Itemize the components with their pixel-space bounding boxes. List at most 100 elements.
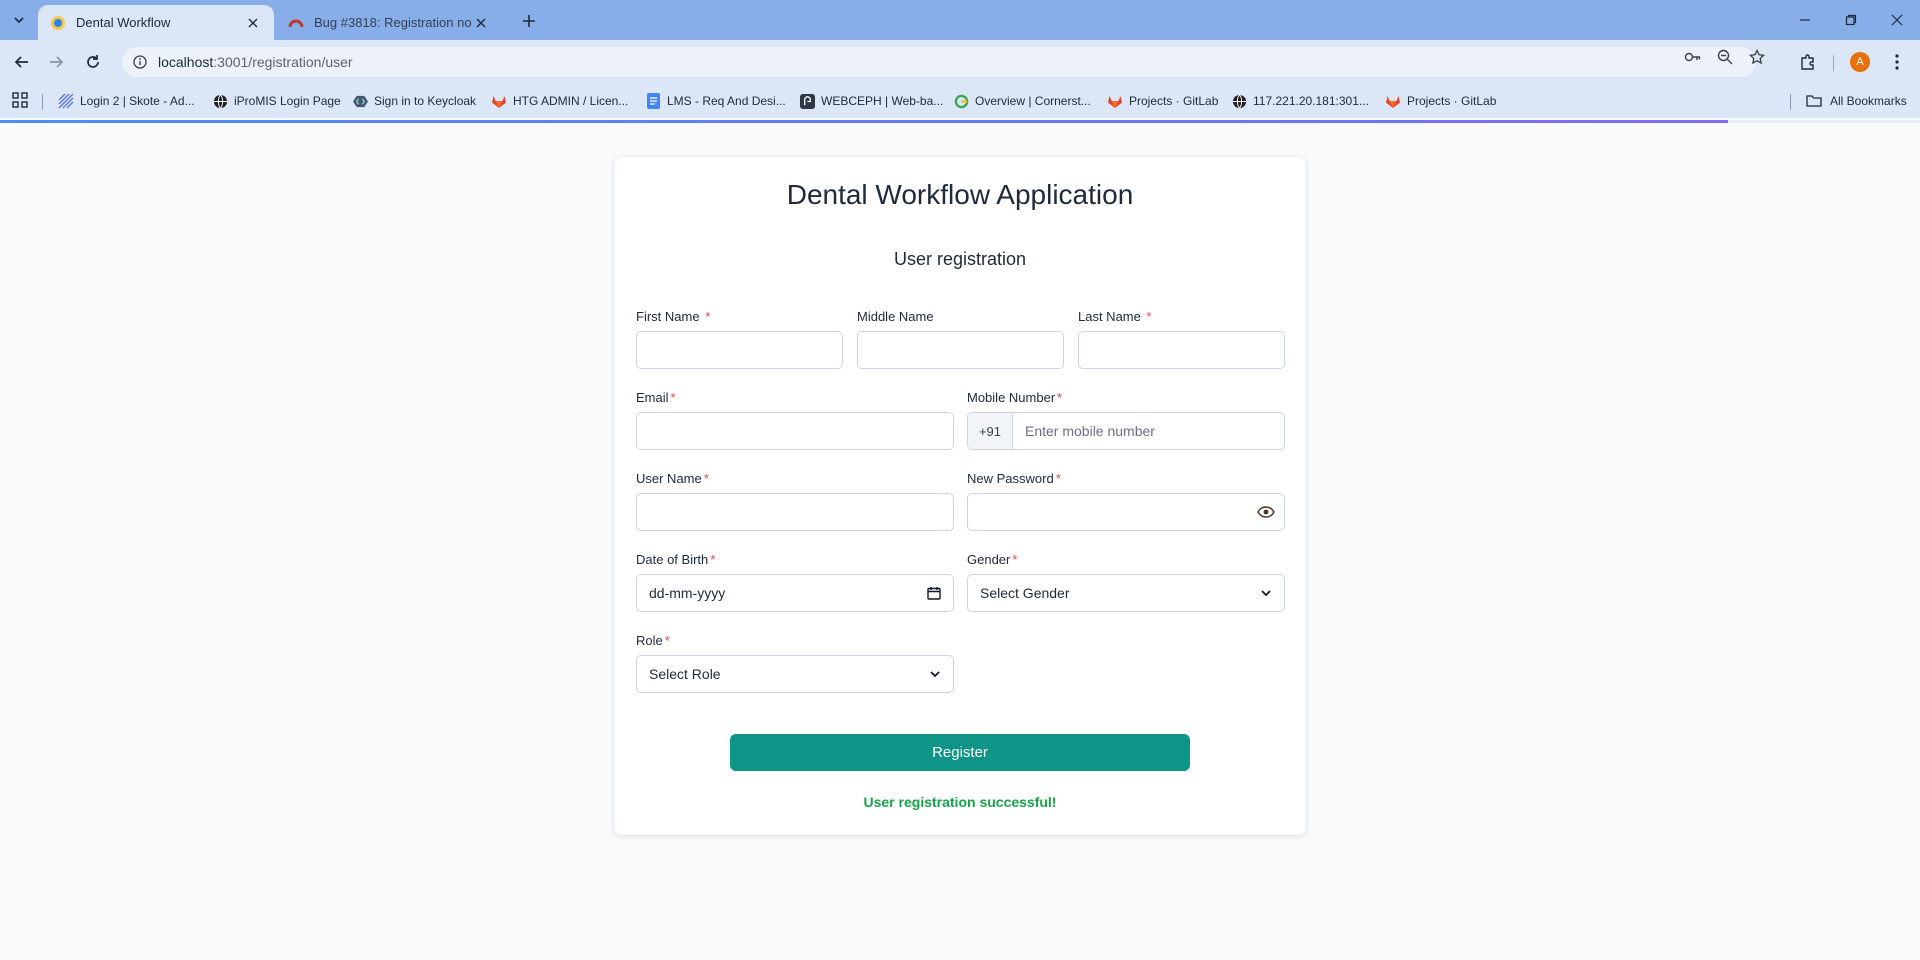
mobile-input[interactable]: Enter mobile number xyxy=(1013,413,1284,449)
apps-grid-icon[interactable] xyxy=(12,92,28,108)
required-marker: * xyxy=(705,309,711,324)
extensions-icon[interactable] xyxy=(1795,49,1821,75)
password-key-icon[interactable] xyxy=(1683,47,1703,67)
bookmark-label: Projects · GitLab xyxy=(1129,94,1219,108)
role-label: Role * xyxy=(636,633,954,649)
new-tab-button[interactable] xyxy=(518,10,540,32)
tab-search-button[interactable] xyxy=(6,8,32,32)
bookmarks-bar: Login 2 | Skote - Ad... iProMIS Login Pa… xyxy=(0,84,1920,118)
zoom-icon[interactable] xyxy=(1715,47,1735,67)
close-window-button[interactable] xyxy=(1874,6,1920,34)
bookmark-label: 117.221.20.181:301... xyxy=(1253,94,1369,108)
profile-avatar[interactable]: A xyxy=(1850,52,1870,72)
gitlab-icon xyxy=(1385,93,1401,109)
middle-name-input[interactable] xyxy=(857,331,1064,369)
dob-input[interactable]: dd-mm-yyyy xyxy=(636,574,954,612)
chevron-down-icon xyxy=(14,17,24,24)
plus-icon xyxy=(523,15,535,27)
email-group: Email * xyxy=(636,390,954,450)
middle-name-label: Middle Name xyxy=(857,309,1064,325)
chevron-down-icon xyxy=(929,668,941,680)
form-title: User registration xyxy=(893,249,1027,269)
bookmark-projects-gitlab[interactable]: Projects · GitLab xyxy=(1107,90,1218,112)
dental-favicon-icon xyxy=(51,15,65,30)
password-input[interactable] xyxy=(967,493,1285,531)
chevron-down-icon xyxy=(1260,587,1272,599)
email-label: Email * xyxy=(636,390,954,406)
required-marker: * xyxy=(1057,390,1063,405)
username-label-text: User Name xyxy=(636,471,702,486)
calendar-icon[interactable] xyxy=(927,586,941,600)
restore-icon xyxy=(1845,14,1857,26)
email-input[interactable] xyxy=(636,412,954,450)
role-label-text: Role xyxy=(636,633,663,648)
username-label: User Name * xyxy=(636,471,954,487)
close-tab-icon[interactable] xyxy=(472,14,490,32)
bookmark-cornerstone[interactable]: Overview | Cornerst... xyxy=(953,90,1091,112)
reload-button[interactable] xyxy=(80,49,106,75)
password-label-text: New Password xyxy=(967,471,1054,486)
url-host: localhost xyxy=(158,54,214,70)
bookmark-label: HTG ADMIN / Licen... xyxy=(513,94,629,108)
tab-dental-workflow[interactable]: Dental Workflow xyxy=(38,5,274,40)
middle-name-label-text: Middle Name xyxy=(857,309,934,324)
bookmark-skote[interactable]: Login 2 | Skote - Ad... xyxy=(58,90,195,112)
role-selected-value: Select Role xyxy=(649,666,721,682)
more-menu-icon[interactable] xyxy=(1884,49,1910,75)
bookmark-label: WEBCEPH | Web-ba... xyxy=(821,94,944,108)
tab-bug-3818[interactable]: Bug #3818: Registration not wo xyxy=(276,5,502,40)
bookmark-label: iProMIS Login Page xyxy=(234,94,341,108)
last-name-input[interactable] xyxy=(1078,331,1285,369)
first-name-input[interactable] xyxy=(636,331,843,369)
site-info-icon[interactable] xyxy=(132,54,148,70)
first-name-group: First Name * xyxy=(636,309,843,369)
bookmark-label: Sign in to Keycloak xyxy=(374,94,477,108)
bookmark-keycloak[interactable]: Sign in to Keycloak xyxy=(352,90,476,112)
role-select[interactable]: Select Role xyxy=(636,655,954,693)
all-bookmarks-button[interactable]: All Bookmarks xyxy=(1806,90,1907,112)
username-group: User Name * xyxy=(636,471,954,531)
bookmark-lms[interactable]: LMS - Req And Desi... xyxy=(645,90,786,112)
forward-button[interactable] xyxy=(43,49,69,75)
minimize-button[interactable] xyxy=(1782,6,1828,34)
dob-label-text: Date of Birth xyxy=(636,552,709,567)
tab-title: Dental Workflow xyxy=(76,15,171,30)
username-input[interactable] xyxy=(636,493,954,531)
gender-label: Gender * xyxy=(967,552,1285,568)
url-text: localhost:3001/registration/user xyxy=(158,54,353,70)
bookmark-webceph[interactable]: WEBCEPH | Web-ba... xyxy=(799,90,943,112)
bookmark-label: Login 2 | Skote - Ad... xyxy=(80,94,195,108)
first-name-label-text: First Name xyxy=(636,309,700,324)
bookmark-ip-address[interactable]: 117.221.20.181:301... xyxy=(1231,90,1369,112)
close-icon xyxy=(1891,14,1903,26)
tab-strip: Dental Workflow Bug #3818: Registration … xyxy=(0,0,1920,40)
address-bar[interactable]: localhost:3001/registration/user xyxy=(122,47,1756,77)
country-code-prefix: +91 xyxy=(968,413,1013,449)
bookmark-ipromis[interactable]: iProMIS Login Page xyxy=(212,90,341,112)
register-button[interactable]: Register xyxy=(730,734,1190,771)
restore-button[interactable] xyxy=(1828,6,1874,34)
success-message: User registration successful! xyxy=(863,794,1057,810)
folder-icon xyxy=(1806,95,1822,107)
all-bookmarks-label: All Bookmarks xyxy=(1830,94,1907,108)
app-title: Dental Workflow Application xyxy=(786,179,1134,210)
bookmark-star-icon[interactable] xyxy=(1747,47,1767,67)
page-load-progress xyxy=(0,120,1920,123)
show-password-eye-icon[interactable] xyxy=(1257,503,1275,521)
dob-placeholder: dd-mm-yyyy xyxy=(649,585,726,601)
reload-icon xyxy=(87,55,99,68)
bookmark-projects-gitlab-2[interactable]: Projects · GitLab xyxy=(1385,90,1496,112)
mobile-label: Mobile Number * xyxy=(967,390,1285,406)
docs-icon xyxy=(645,93,661,109)
browser-toolbar: localhost:3001/registration/user A xyxy=(0,40,1920,84)
globe-icon xyxy=(212,93,228,109)
close-tab-icon[interactable] xyxy=(244,14,262,32)
bookmark-label: Projects · GitLab xyxy=(1407,94,1497,108)
password-label: New Password * xyxy=(967,471,1285,487)
gender-select[interactable]: Select Gender xyxy=(967,574,1285,612)
bookmark-htg-admin[interactable]: HTG ADMIN / Licen... xyxy=(491,90,628,112)
mobile-input-group: +91 Enter mobile number xyxy=(967,412,1285,450)
back-button[interactable] xyxy=(9,49,35,75)
keycloak-icon xyxy=(352,93,368,109)
last-name-label-text: Last Name xyxy=(1078,309,1141,324)
